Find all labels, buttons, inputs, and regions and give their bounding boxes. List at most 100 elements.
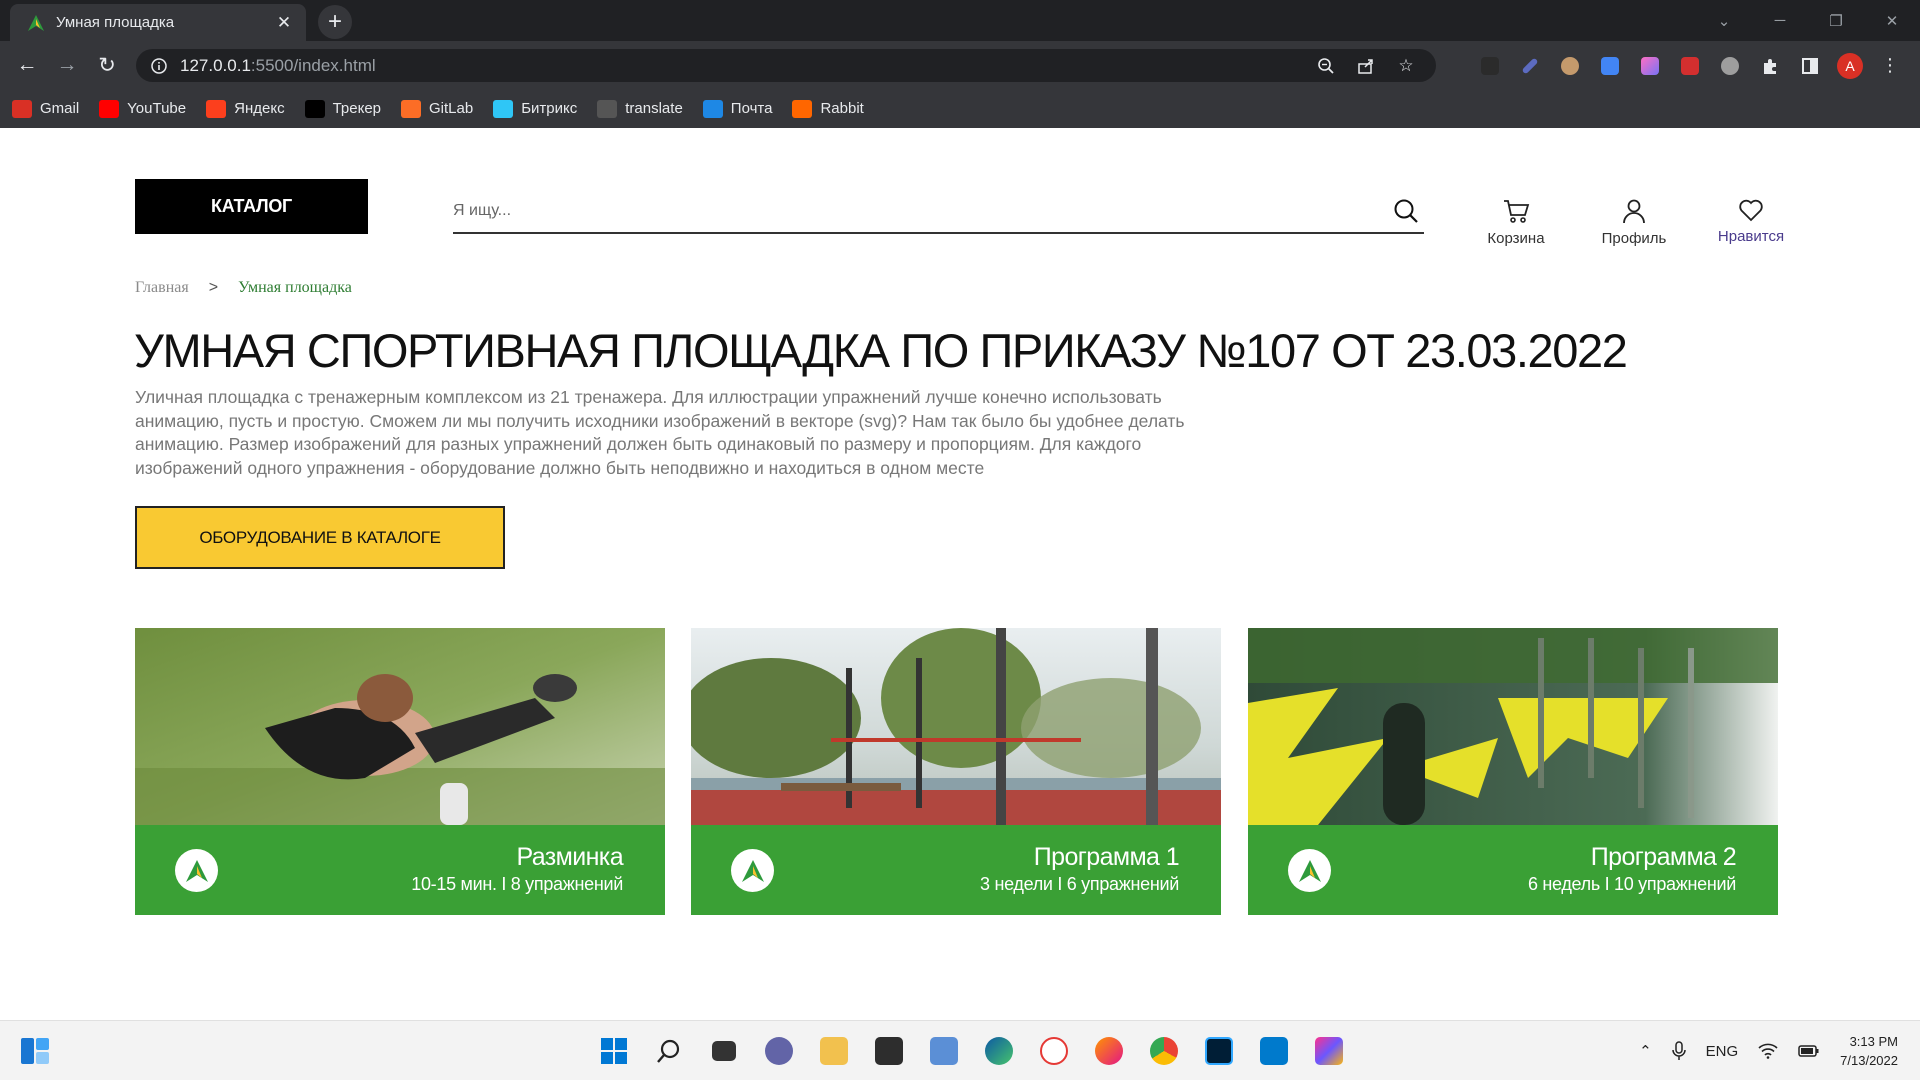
new-tab-button[interactable]: + bbox=[318, 5, 352, 39]
bookmark-item[interactable]: Rabbit bbox=[792, 99, 864, 118]
extension-shield-icon[interactable] bbox=[1710, 51, 1750, 81]
show-hidden-icons-icon[interactable]: ⌃ bbox=[1639, 1042, 1652, 1060]
firefox-icon[interactable] bbox=[1081, 1029, 1136, 1073]
bookmark-item[interactable]: Яндекс bbox=[206, 99, 285, 118]
microphone-icon[interactable] bbox=[1671, 1041, 1686, 1061]
vscode-icon[interactable] bbox=[1246, 1029, 1301, 1073]
cart-icon bbox=[1502, 198, 1530, 228]
site-info-icon[interactable] bbox=[142, 49, 176, 82]
extension-face-icon[interactable] bbox=[1550, 51, 1590, 81]
photoshop-icon[interactable] bbox=[1191, 1029, 1246, 1073]
edge-icon[interactable] bbox=[971, 1029, 1026, 1073]
task-view-icon[interactable] bbox=[696, 1029, 751, 1073]
brand-logo-icon bbox=[1288, 849, 1331, 892]
bookmark-label: Gmail bbox=[40, 100, 80, 117]
extension-gradient-icon[interactable] bbox=[1630, 51, 1670, 81]
extension-dark-icon[interactable] bbox=[1470, 51, 1510, 81]
bookmark-item[interactable]: GitLab bbox=[401, 99, 473, 118]
bookmark-label: Трекер bbox=[332, 100, 381, 117]
tab-search-icon[interactable]: ⌄ bbox=[1696, 0, 1752, 41]
bookmark-label: translate bbox=[625, 100, 683, 117]
profile-avatar[interactable]: A bbox=[1830, 51, 1870, 81]
widgets-icon[interactable] bbox=[20, 1037, 50, 1065]
back-button[interactable]: ← bbox=[12, 50, 42, 80]
extension-translate-icon[interactable] bbox=[1590, 51, 1630, 81]
profile-link[interactable]: Профиль bbox=[1584, 198, 1684, 247]
breadcrumb-home[interactable]: Главная bbox=[135, 279, 189, 297]
catalog-button[interactable]: КАТАЛОГ bbox=[135, 179, 368, 234]
extension-error-icon[interactable] bbox=[1670, 51, 1710, 81]
search-input[interactable] bbox=[453, 202, 1388, 220]
tab-close-icon[interactable]: ✕ bbox=[272, 11, 296, 35]
bookmark-item[interactable]: Gmail bbox=[12, 99, 80, 118]
card-image-program-1 bbox=[691, 628, 1221, 825]
site-logo-icon bbox=[26, 13, 46, 33]
bookmark-label: YouTube bbox=[127, 100, 187, 117]
favorites-link[interactable]: Нравится bbox=[1701, 198, 1801, 245]
restore-button[interactable]: ❐ bbox=[1808, 0, 1864, 41]
browser-tab-active[interactable]: Умная площадка ✕ bbox=[10, 4, 306, 41]
share-icon[interactable] bbox=[1346, 51, 1386, 81]
battery-icon[interactable] bbox=[1798, 1044, 1820, 1058]
minimize-button[interactable]: ─ bbox=[1752, 0, 1808, 41]
search-icon[interactable] bbox=[1388, 193, 1424, 229]
heart-icon bbox=[1738, 198, 1764, 226]
url-text: 127.0.0.1:5500/index.html bbox=[180, 56, 1306, 76]
bookmark-label: Яндекс bbox=[234, 100, 285, 117]
breadcrumb-current: Умная площадка bbox=[238, 279, 352, 296]
bookmark-item[interactable]: Почта bbox=[702, 99, 772, 118]
bookmark-favicon-icon bbox=[792, 99, 813, 118]
forward-button[interactable]: → bbox=[52, 50, 82, 80]
cart-link[interactable]: Корзина bbox=[1466, 198, 1566, 247]
reload-button[interactable]: ↻ bbox=[92, 50, 122, 80]
extensions-puzzle-icon[interactable] bbox=[1750, 51, 1790, 81]
program-card-warmup[interactable]: Разминка 10-15 мин. I 8 упражнений bbox=[135, 628, 665, 915]
snipping-tool-icon[interactable] bbox=[916, 1029, 971, 1073]
menu-icon[interactable]: ⋮ bbox=[1870, 51, 1910, 81]
card-title: Программа 2 bbox=[1590, 843, 1737, 871]
window-controls: ⌄ ─ ❐ ✕ bbox=[1696, 0, 1920, 41]
bookmark-item[interactable]: translate bbox=[597, 99, 683, 118]
bookmark-label: Битрикс bbox=[521, 100, 578, 117]
card-footer: Программа 2 6 недель I 10 упражнений bbox=[1248, 825, 1778, 915]
breadcrumb-separator: > bbox=[208, 279, 219, 296]
equipment-catalog-button[interactable]: ОБОРУДОВАНИЕ В КАТАЛОГЕ bbox=[135, 506, 505, 569]
url-path: :5500/index.html bbox=[250, 55, 376, 75]
bookmark-item[interactable]: Битрикс bbox=[493, 99, 578, 118]
clock[interactable]: 3:13 PM 7/13/2022 bbox=[1840, 1032, 1898, 1070]
card-image-warmup bbox=[135, 628, 665, 825]
address-bar[interactable]: 127.0.0.1:5500/index.html ☆ bbox=[136, 49, 1436, 82]
search-taskbar-icon[interactable] bbox=[641, 1029, 696, 1073]
profile-label: Профиль bbox=[1601, 230, 1667, 247]
file-explorer-icon[interactable] bbox=[806, 1029, 861, 1073]
chrome-icon[interactable] bbox=[1136, 1029, 1191, 1073]
chat-icon[interactable] bbox=[751, 1029, 806, 1073]
card-subtitle: 10-15 мин. I 8 упражнений bbox=[411, 874, 623, 894]
clock-time: 3:13 PM bbox=[1849, 1034, 1898, 1049]
program-card-1[interactable]: Программа 1 3 недели I 6 упражнений bbox=[691, 628, 1221, 915]
close-window-button[interactable]: ✕ bbox=[1864, 0, 1920, 41]
program-card-2[interactable]: Программа 2 6 недель I 10 упражнений bbox=[1248, 628, 1778, 915]
browser-toolbar: ← → ↻ 127.0.0.1:5500/index.html ☆ A ⋮ bbox=[0, 41, 1920, 89]
extensions-bar: A ⋮ bbox=[1470, 49, 1910, 82]
bookmarks-bar: Gmail YouTube Яндекс Трекер GitLab Битрикс tra… bbox=[0, 89, 1920, 128]
search-bar bbox=[453, 190, 1424, 234]
bookmark-favicon-icon bbox=[702, 99, 723, 118]
terminal-icon[interactable] bbox=[861, 1029, 916, 1073]
browser-tab-strip: Умная площадка ✕ + ⌄ ─ ❐ ✕ bbox=[0, 0, 1920, 41]
url-host: 127.0.0.1 bbox=[180, 55, 251, 75]
zoom-icon[interactable] bbox=[1306, 51, 1346, 81]
extension-pen-icon[interactable] bbox=[1510, 51, 1550, 81]
jetbrains-icon[interactable] bbox=[1301, 1029, 1356, 1073]
wifi-icon[interactable] bbox=[1758, 1043, 1778, 1059]
start-button[interactable] bbox=[586, 1029, 641, 1073]
page-content: КАТАЛОГ Корзина Профиль Нравится Главная… bbox=[0, 128, 1920, 1020]
side-panel-icon[interactable] bbox=[1790, 51, 1830, 81]
yandex-browser-icon[interactable] bbox=[1026, 1029, 1081, 1073]
language-indicator[interactable]: ENG bbox=[1706, 1043, 1739, 1060]
bookmark-item[interactable]: Трекер bbox=[304, 99, 381, 118]
bookmark-star-icon[interactable]: ☆ bbox=[1386, 51, 1426, 81]
bookmark-favicon-icon bbox=[99, 99, 120, 118]
bookmark-item[interactable]: YouTube bbox=[99, 99, 187, 118]
brand-logo-icon bbox=[731, 849, 774, 892]
